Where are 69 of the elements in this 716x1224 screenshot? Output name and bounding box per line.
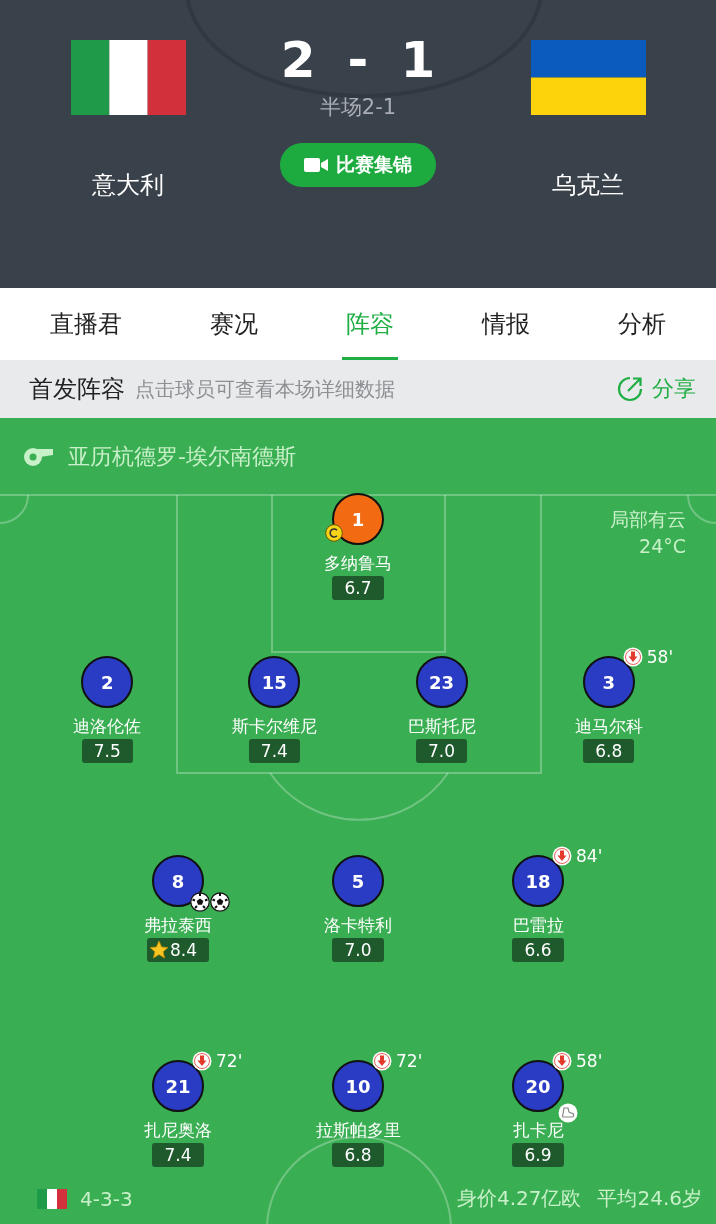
player-rating: 6.8: [583, 739, 635, 763]
tab[interactable]: 分析: [614, 288, 670, 360]
score: 1: [400, 38, 436, 82]
whistle-icon: [22, 446, 54, 467]
substitution-minute: 58': [646, 647, 674, 667]
substitution-out-icon: [622, 647, 643, 667]
football-icon: [190, 892, 210, 912]
formation: 4-3-3: [80, 1186, 134, 1211]
player-name: 扎尼奥洛: [144, 1119, 212, 1141]
share-icon: [616, 375, 644, 403]
video-camera-icon: [304, 157, 328, 173]
player-number[interactable]: 23: [415, 656, 468, 708]
tab[interactable]: 赛况: [206, 288, 262, 360]
player-name: 巴斯托尼: [407, 715, 476, 737]
market-value: 身价4.27亿欧: [456, 1185, 582, 1212]
tab[interactable]: 直播君: [46, 288, 126, 360]
boot-icon: [558, 1103, 578, 1123]
hint-text: 点击球员可查看本场详细数据: [135, 375, 396, 403]
weather-condition: 局部有云: [610, 507, 686, 532]
player-rating: 7.5: [81, 739, 133, 763]
player-name: 迪洛伦佐: [73, 715, 142, 737]
flag-icon: [37, 1188, 67, 1209]
player-name: 巴雷拉: [512, 914, 564, 936]
player-rating: 8.4: [146, 938, 209, 962]
player-number[interactable]: 3: [582, 656, 635, 708]
player-rating: 7.4: [248, 739, 300, 763]
player-rating: 7.4: [152, 1143, 204, 1167]
flag-icon: [70, 40, 186, 115]
half-time-score: 半场2-1: [319, 94, 397, 120]
player-rating: 7.0: [416, 739, 468, 763]
player-number[interactable]: 5: [332, 855, 384, 907]
player-name: 斯卡尔维尼: [231, 715, 317, 737]
substitution-minute: 72': [396, 1051, 423, 1071]
football-icon: [210, 892, 230, 912]
player-name: 拉斯帕多里: [315, 1119, 401, 1141]
player-rating: 7.0: [332, 938, 384, 962]
player-name: 迪马尔科: [574, 715, 643, 737]
player-name: 洛卡特利: [324, 914, 392, 936]
player-rating: 6.6: [512, 938, 564, 962]
player-name: 多纳鲁马: [324, 552, 392, 574]
player-name: 扎卡尼: [512, 1119, 564, 1141]
tab[interactable]: 情报: [478, 288, 534, 360]
score: 2: [280, 38, 316, 82]
substitution-minute: 84': [576, 846, 603, 866]
team-name: 意大利: [92, 170, 164, 201]
player-rating: 6.9: [512, 1143, 564, 1167]
temperature: 24°C: [639, 534, 686, 559]
referee-name: 亚历杭德罗-埃尔南德斯: [68, 442, 296, 471]
substitution-out-icon: [552, 1051, 572, 1071]
flag-icon: [530, 40, 646, 115]
player-number[interactable]: 8: [152, 855, 204, 907]
substitution-out-icon: [552, 846, 572, 866]
player-number[interactable]: 18: [512, 855, 564, 907]
average-age: 平均24.6岁: [597, 1185, 702, 1212]
substitution-out-icon: [192, 1051, 212, 1071]
substitution-minute: 58': [576, 1051, 603, 1071]
section-title: 首发阵容: [29, 374, 125, 405]
player-number[interactable]: 2: [81, 656, 134, 708]
substitution-out-icon: [372, 1051, 392, 1071]
player-number[interactable]: 21: [152, 1060, 204, 1112]
player-number[interactable]: 15: [248, 656, 301, 708]
player-number[interactable]: 20: [512, 1060, 564, 1112]
player-number[interactable]: 10: [332, 1060, 384, 1112]
player-name: 弗拉泰西: [144, 914, 212, 936]
team-name: 乌克兰: [552, 170, 624, 201]
player-rating: 6.8: [332, 1143, 384, 1167]
substitution-minute: 72': [216, 1051, 243, 1071]
player-rating: 6.7: [332, 576, 384, 600]
score-separator: -: [347, 38, 369, 82]
